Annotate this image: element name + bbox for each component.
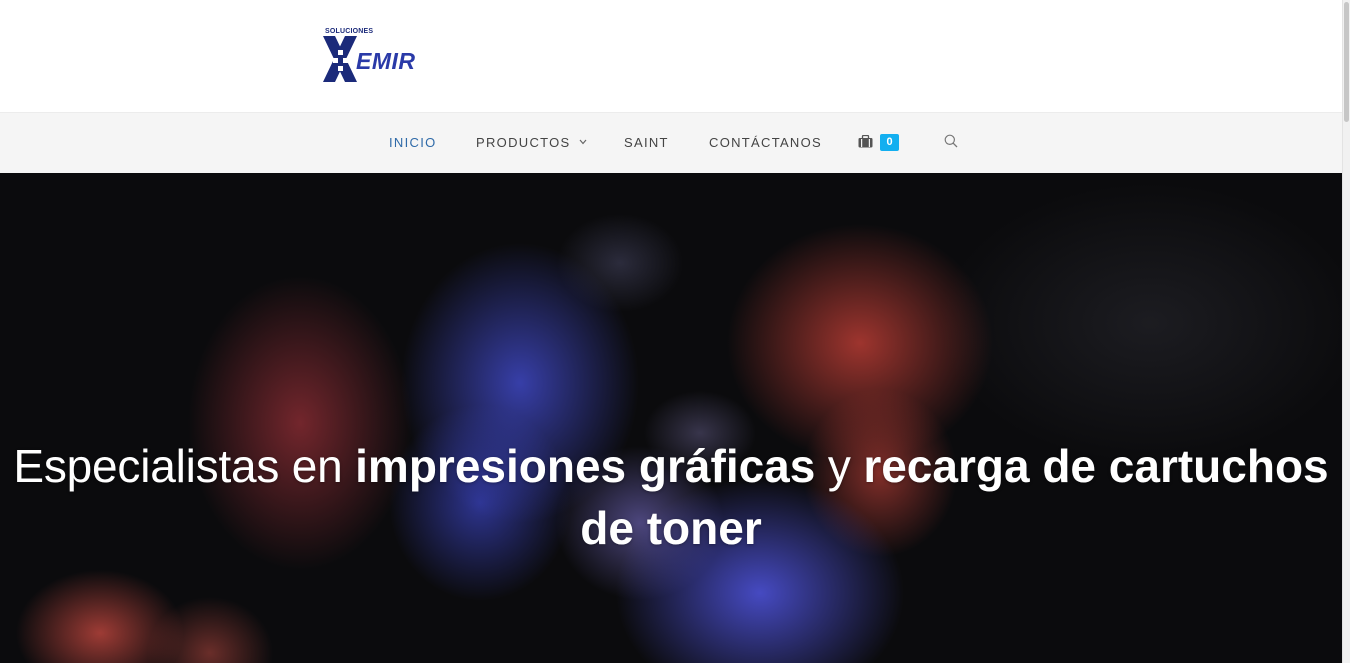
cart-button[interactable]: 0: [858, 133, 902, 153]
shopping-bag-icon: [858, 135, 873, 148]
hero-ink-background: [0, 173, 1342, 663]
chevron-down-icon: [579, 139, 586, 145]
nav-item-inicio[interactable]: INICIO: [389, 135, 437, 150]
site-logo[interactable]: SOLUCIONES EMIR: [323, 28, 433, 84]
hero-title-part2: y: [815, 440, 864, 492]
logo-x-mark-icon: [323, 36, 357, 82]
logo-tagline: SOLUCIONES: [325, 28, 374, 35]
site-header: SOLUCIONES EMIR: [0, 0, 1342, 112]
logo-brand-text: EMIR: [356, 48, 416, 74]
nav-item-productos-label: PRODUCTOS: [476, 135, 571, 150]
hero-title: Especialistas en impresiones gráficas y …: [0, 435, 1342, 559]
nav-item-saint[interactable]: SAINT: [624, 135, 669, 150]
hero-banner: Especialistas en impresiones gráficas y …: [0, 173, 1342, 663]
page-scrollbar[interactable]: [1342, 0, 1350, 663]
main-navigation: INICIO PRODUCTOS SAINT CONTÁCTANOS 0: [0, 112, 1342, 173]
hero-title-part1: Especialistas en: [13, 440, 356, 492]
cart-count-badge: 0: [880, 134, 899, 151]
search-button[interactable]: [944, 134, 960, 150]
nav-item-productos[interactable]: PRODUCTOS: [476, 135, 587, 150]
scrollbar-thumb[interactable]: [1344, 2, 1349, 122]
search-icon: [944, 134, 958, 148]
hero-title-bold1: impresiones gráficas: [355, 440, 816, 492]
nav-item-contactanos[interactable]: CONTÁCTANOS: [709, 135, 822, 150]
